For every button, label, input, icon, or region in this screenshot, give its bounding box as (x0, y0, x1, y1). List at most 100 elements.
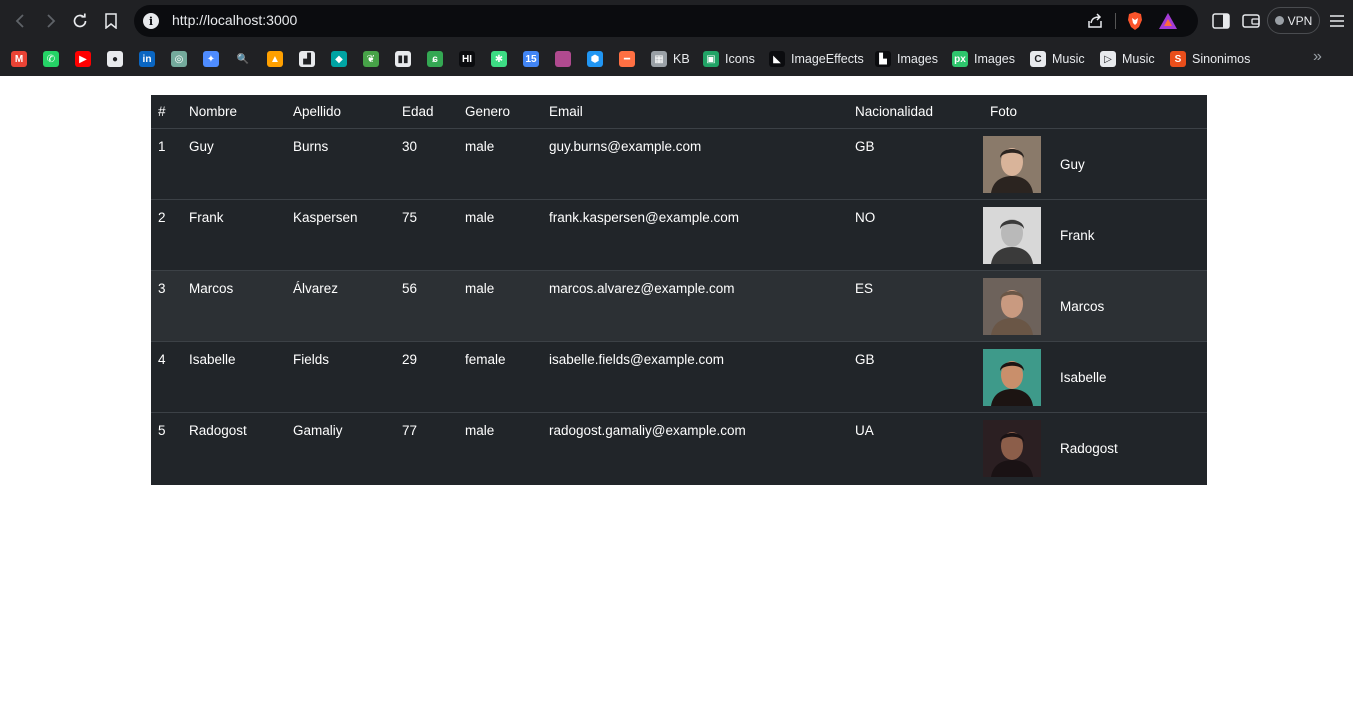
cell-foto: Radogost (983, 412, 1207, 483)
cell-genero: male (465, 422, 495, 438)
cell-nombre: Frank (182, 199, 286, 271)
table-row: 1 Guy Burns 30 male guy.burns@example.com GB Gu… (151, 128, 1207, 200)
cell-email: isabelle.fields@example.com (542, 341, 848, 413)
bookmark-page-button[interactable] (99, 9, 123, 33)
cell-email: radogost.gamaliy@example.com (549, 422, 746, 438)
icons-icon: ▣ (703, 51, 719, 67)
mongodb-icon: ❦ (363, 51, 379, 67)
address-bar[interactable]: i http://localhost:3000 (134, 5, 1198, 37)
bookmark-item[interactable]: 15 (523, 48, 539, 70)
bookmark-item[interactable]: ━ (619, 48, 635, 70)
bookmark-item[interactable]: ▲ (267, 48, 283, 70)
bookmark-item[interactable]: ◆ (331, 48, 347, 70)
cell-foto: Guy (983, 128, 1207, 200)
cell-nombre: Radogost (189, 422, 247, 438)
bookmark-item[interactable]: ▷ Music (1100, 48, 1155, 70)
hi-icon: HI (459, 51, 475, 67)
bookmark-item[interactable]: ▙ Images (875, 48, 938, 70)
bookmarks-bar: M ✆ ▶ ● in ◎ ✦ 🔍 ▲ ▟ ◆ ❦ ▮▮ ɕ HI ✱ 15 ⬢ ━ ▦ KB ▣ Icons ◣ ImageEf… (0, 42, 1353, 76)
user-photo (983, 277, 1041, 335)
bookmark-item[interactable]: S Sinonimos (1170, 48, 1250, 70)
bookmark-label: ImageEffects (791, 52, 864, 66)
bookmark-label: Images (974, 52, 1015, 66)
bookmark-item[interactable]: px Images (952, 48, 1015, 70)
bookmark-item[interactable]: ▣ Icons (703, 48, 755, 70)
table-row: 2 Frank Kaspersen 75 male frank.kaspersen@exa… (151, 199, 1207, 271)
header-number: # (151, 95, 182, 129)
header-genero: Genero (458, 95, 542, 129)
bookmark-item[interactable]: 🔍 (235, 48, 251, 70)
cell-nacionalidad: ES (848, 270, 983, 342)
cell-number: 1 (151, 128, 182, 200)
site-info-icon[interactable]: i (143, 13, 159, 29)
user-photo (983, 206, 1041, 264)
forward-button[interactable] (38, 9, 62, 33)
cell-nacionalidad: NO (848, 199, 983, 271)
bookmark-label: Music (1052, 52, 1085, 66)
diamond-icon: ◆ (331, 51, 347, 67)
cell-nacionalidad: GB (848, 341, 983, 413)
brave-rewards-icon[interactable] (1158, 12, 1178, 30)
forward-arrow-icon (47, 14, 56, 28)
bookmark-item[interactable]: ▶ (75, 48, 91, 70)
bookmark-item[interactable]: ✆ (43, 48, 59, 70)
bookmark-item[interactable]: ɕ (427, 48, 443, 70)
unsplash-icon: ▙ (875, 51, 891, 67)
kb-icon: ▦ (651, 51, 667, 67)
header-nacionalidad: Nacionalidad (848, 95, 983, 129)
cell-genero: male (458, 128, 542, 200)
cell-edad: 75 (395, 199, 458, 271)
bookmark-item[interactable]: M (11, 48, 27, 70)
wallet-icon[interactable] (1241, 11, 1261, 31)
url-text[interactable]: http://localhost:3000 (172, 12, 297, 28)
sidebar-toggle-icon[interactable] (1211, 11, 1231, 31)
user-photo (983, 135, 1041, 193)
bookmark-item[interactable]: ◣ ImageEffects (769, 48, 864, 70)
back-button[interactable] (9, 9, 33, 33)
cell-nombre: Isabelle (182, 341, 286, 413)
firebase-icon: ▲ (267, 51, 283, 67)
bookmark-item[interactable]: ◎ (171, 48, 187, 70)
chatgpt-icon: ◎ (171, 51, 187, 67)
bookmark-item[interactable]: ⬢ (587, 48, 603, 70)
bookmark-item[interactable]: ● (107, 48, 123, 70)
cell-nacionalidad: UA (855, 422, 874, 438)
cell-edad: 30 (395, 128, 458, 200)
bookmark-item[interactable]: C Music (1030, 48, 1085, 70)
swirl-icon: ɕ (427, 51, 443, 67)
bookmark-item[interactable]: ▟ (299, 48, 315, 70)
brave-shields-icon[interactable] (1126, 11, 1144, 31)
cell-apellido: Gamaliy (293, 422, 343, 438)
cell-number: 5 (158, 422, 166, 438)
header-apellido: Apellido (286, 95, 395, 129)
gmail-icon: M (11, 51, 27, 67)
cell-genero: male (458, 270, 542, 342)
bookmark-item[interactable]: ✱ (491, 48, 507, 70)
photo-caption: Radogost (1060, 440, 1118, 456)
cell-apellido: Álvarez (286, 270, 395, 342)
header-foto: Foto (983, 95, 1207, 129)
address-bar-divider (1115, 13, 1116, 29)
share-icon[interactable] (1086, 12, 1104, 30)
bookmark-item[interactable]: ▦ KB (651, 48, 690, 70)
bookmark-item[interactable]: ✦ (203, 48, 219, 70)
rainbow-icon: ━ (619, 51, 635, 67)
bookmark-item[interactable]: ❦ (363, 48, 379, 70)
cell-nacionalidad: GB (848, 128, 983, 200)
cell-nombre: Guy (182, 128, 286, 200)
bookmark-item[interactable]: HI (459, 48, 475, 70)
music-play-icon: ▷ (1100, 51, 1116, 67)
cube-icon: ⬢ (587, 51, 603, 67)
reload-button[interactable] (68, 9, 92, 33)
bookmark-item[interactable]: in (139, 48, 155, 70)
bookmark-label: Sinonimos (1192, 52, 1251, 66)
menu-icon[interactable] (1327, 11, 1347, 31)
vpn-button[interactable]: VPN (1267, 7, 1320, 34)
linkedin-icon: in (139, 51, 155, 67)
browser-toolbar: i http://localhost:3000 VPN (0, 0, 1353, 42)
bookmark-item[interactable]: ▮▮ (395, 48, 411, 70)
bookmark-label: Music (1122, 52, 1155, 66)
bookmark-item[interactable] (555, 48, 571, 70)
more-bookmarks-chevron-icon[interactable]: » (1313, 48, 1322, 66)
user-photo (983, 419, 1041, 477)
